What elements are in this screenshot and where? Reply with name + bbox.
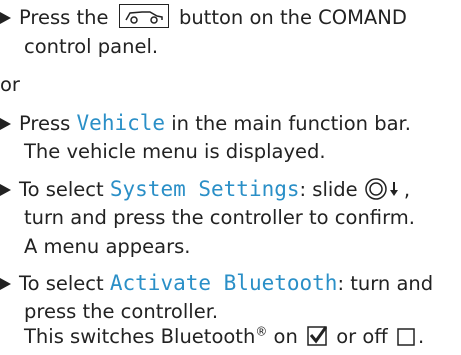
step2-post: in the main function bar. [171,112,411,135]
step1-line2: control panel. [24,35,159,58]
registered-mark: ® [255,324,268,339]
step1-pre: Press the [19,6,109,29]
step2-line1: Press Vehicle in the main function bar. [0,108,411,139]
step2-line2: The vehicle menu is displayed. [24,140,326,163]
step1-post: button on the COMAND [178,6,407,29]
step2-term: Vehicle [76,111,166,135]
checkbox-unchecked-icon [397,325,415,355]
bullet-triangle-icon [0,184,11,196]
step3-post: : slide [299,178,358,201]
step4-line3-mid: on [273,325,298,348]
step4-period: . [417,325,425,348]
step1-line1: Press the button on the COMAND [0,3,407,33]
bullet-triangle-icon [0,12,11,24]
bullet-triangle-icon [0,278,11,290]
step4-line1: To select Activate Bluetooth: turn and [0,268,433,299]
step3-pre: To select [19,178,104,201]
step4-post: : turn and [337,272,434,295]
step4-line3: This switches Bluetooth® on or off . [24,322,424,355]
step4-line3-or: or off [336,325,388,348]
step3-line3: A menu appears. [24,235,191,258]
step2-pre: Press [19,112,71,135]
step3-comma: , [403,178,411,201]
car-icon [118,4,169,28]
step3-term: System Settings [109,177,300,201]
step4-line3-pre: This switches Bluetooth [24,325,256,348]
bullet-triangle-icon [0,118,11,130]
step3-line2: turn and press the controller to confirm… [24,206,415,229]
checkbox-checked-icon [307,325,328,355]
or-label: or [0,73,20,96]
step4-pre: To select [19,272,104,295]
step4-term: Activate Bluetooth [109,271,338,295]
